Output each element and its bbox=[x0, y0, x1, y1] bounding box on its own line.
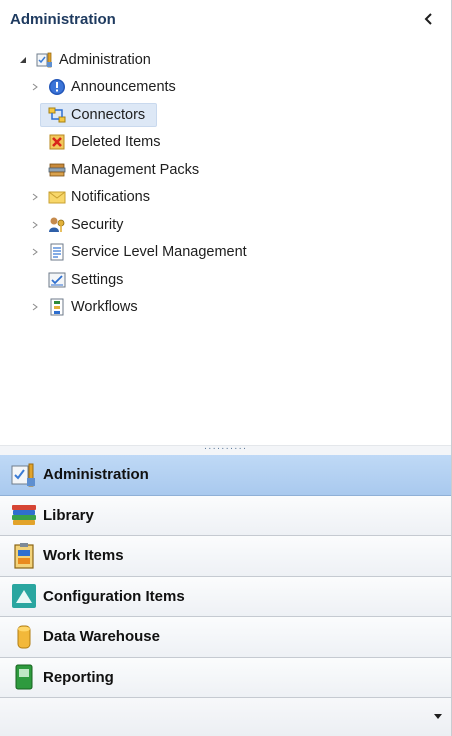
configure-buttons-button[interactable] bbox=[431, 710, 445, 724]
expand-arrow-icon[interactable] bbox=[28, 80, 42, 94]
expand-arrow-icon[interactable] bbox=[28, 245, 42, 259]
workflows-icon bbox=[48, 298, 66, 316]
tree-item-label: Service Level Management bbox=[71, 244, 247, 261]
chevron-left-icon bbox=[424, 13, 432, 25]
nav-button-label: Reporting bbox=[43, 668, 114, 686]
collapse-arrow-icon[interactable] bbox=[16, 53, 30, 67]
tree-item-label: Settings bbox=[71, 271, 124, 288]
tree-item-workflows[interactable]: Workflows bbox=[0, 294, 451, 322]
management-packs-icon bbox=[48, 161, 66, 179]
nav-overflow-bar bbox=[0, 698, 451, 736]
expand-arrow-icon[interactable] bbox=[28, 190, 42, 204]
tree-item-label: Connectors bbox=[71, 106, 146, 123]
nav-button-reporting[interactable]: Reporting bbox=[0, 657, 451, 698]
wunderbar-nav: Administration Library Work Items Config… bbox=[0, 455, 451, 736]
tree-item-label: Notifications bbox=[71, 189, 150, 206]
nav-button-administration[interactable]: Administration bbox=[0, 455, 451, 496]
tree-item-label: Announcements bbox=[71, 79, 176, 96]
nav-button-work-items[interactable]: Work Items bbox=[0, 536, 451, 577]
deleted-items-icon bbox=[48, 133, 66, 151]
dropdown-arrow-icon bbox=[434, 714, 442, 719]
admin-tree: Administration Announcements Connectors … bbox=[0, 46, 451, 321]
expand-arrow-icon[interactable] bbox=[28, 300, 42, 314]
envelope-icon bbox=[48, 188, 66, 206]
tree-item-management-packs[interactable]: Management Packs bbox=[0, 156, 451, 184]
books-icon bbox=[10, 501, 38, 529]
admin-folder-icon bbox=[36, 51, 54, 69]
nav-button-label: Library bbox=[43, 506, 94, 524]
nav-button-label: Configuration Items bbox=[43, 587, 185, 605]
security-users-icon bbox=[48, 216, 66, 234]
administration-nav-icon bbox=[10, 461, 38, 489]
tree-item-label: Deleted Items bbox=[71, 134, 161, 151]
nav-button-library[interactable]: Library bbox=[0, 495, 451, 536]
navigation-pane: Administration Administration Announceme… bbox=[0, 0, 452, 736]
reporting-book-icon bbox=[10, 663, 38, 691]
info-icon bbox=[48, 78, 66, 96]
settings-check-icon bbox=[48, 271, 66, 289]
expand-arrow-icon[interactable] bbox=[28, 218, 42, 232]
tree-item-announcements[interactable]: Announcements bbox=[0, 74, 451, 102]
pane-splitter[interactable]: ·········· bbox=[0, 442, 451, 455]
collapse-pane-button[interactable] bbox=[419, 9, 439, 29]
tree-item-notifications[interactable]: Notifications bbox=[0, 184, 451, 212]
tree-item-administration[interactable]: Administration bbox=[0, 46, 451, 74]
tree-item-security[interactable]: Security bbox=[0, 211, 451, 239]
pane-header: Administration bbox=[0, 0, 451, 38]
tree-item-label: Workflows bbox=[71, 299, 138, 316]
work-items-icon bbox=[10, 542, 38, 570]
data-warehouse-icon bbox=[10, 623, 38, 651]
nav-button-label: Administration bbox=[43, 466, 149, 484]
pane-title: Administration bbox=[10, 10, 116, 28]
tree-item-label: Management Packs bbox=[71, 161, 200, 178]
tree-item-deleted-items[interactable]: Deleted Items bbox=[0, 129, 451, 157]
document-icon bbox=[48, 243, 66, 261]
configuration-items-icon bbox=[10, 582, 38, 610]
tree-item-service-level-management[interactable]: Service Level Management bbox=[0, 239, 451, 267]
tree-item-connectors[interactable]: Connectors bbox=[0, 101, 451, 129]
grip-dots-icon: ·········· bbox=[203, 442, 248, 454]
connectors-icon bbox=[48, 106, 66, 124]
nav-button-label: Data Warehouse bbox=[43, 628, 160, 646]
tree-item-settings[interactable]: Settings bbox=[0, 266, 451, 294]
nav-button-data-warehouse[interactable]: Data Warehouse bbox=[0, 617, 451, 658]
nav-button-label: Work Items bbox=[43, 547, 124, 565]
nav-button-configuration-items[interactable]: Configuration Items bbox=[0, 576, 451, 617]
tree-item-label: Security bbox=[71, 216, 124, 233]
tree-item-label: Administration bbox=[59, 51, 151, 68]
